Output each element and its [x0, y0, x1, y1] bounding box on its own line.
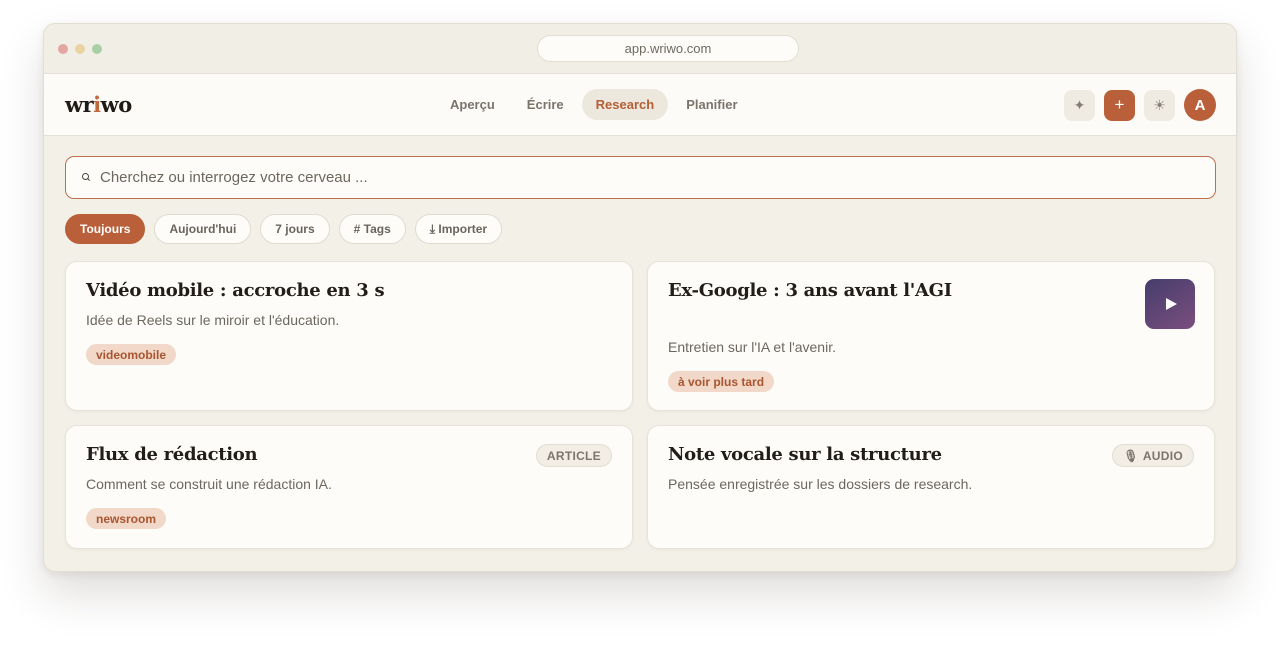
article-card[interactable]: Flux de rédaction ARTICLE Comment se con… — [65, 425, 633, 549]
avatar-initial: A — [1194, 96, 1206, 114]
filter-toujours[interactable]: Toujours — [65, 214, 146, 244]
card-description: Entretien sur l'IA et l'avenir. — [668, 339, 836, 355]
card-tag[interactable]: newsroom — [86, 508, 167, 529]
main-nav: Aperçu Écrire Research Planifier — [436, 89, 752, 120]
maximize-window-button[interactable] — [92, 44, 102, 54]
microphone-icon: 🎙 — [1123, 448, 1139, 463]
logo-accent: i — [93, 92, 101, 117]
address-bar[interactable]: app.wriwo.com — [537, 35, 799, 62]
ai-sparkle-button[interactable]: ✦ — [1064, 89, 1095, 121]
card-tag[interactable]: videomobile — [86, 344, 177, 365]
user-avatar[interactable]: A — [1184, 89, 1216, 121]
card-title: Vidéo mobile : accroche en 3 s — [86, 280, 385, 301]
tab-research[interactable]: Research — [581, 89, 669, 120]
video-card[interactable]: Ex-Google : 3 ans avant l'AGI Entretien … — [647, 261, 1215, 411]
url-text: app.wriwo.com — [624, 41, 712, 56]
filter-bar: Toujours Aujourd'hui 7 jours # Tags ⤓ Im… — [65, 214, 503, 244]
filter-tags[interactable]: # Tags — [338, 214, 406, 244]
plus-icon: + — [1114, 95, 1125, 114]
app-header: wriwo Aperçu Écrire Research Planifier ✦… — [44, 74, 1236, 136]
header-actions: ✦ + ☀ A — [1064, 89, 1216, 121]
app-window: app.wriwo.com wriwo Aperçu Écrire Resear… — [43, 23, 1237, 572]
play-icon — [1165, 298, 1177, 310]
logo-text-end: wo — [100, 92, 133, 117]
card-description: Idée de Reels sur le miroir et l'éducati… — [86, 312, 340, 328]
card-description: Pensée enregistrée sur les dossiers de r… — [668, 476, 973, 492]
audio-card[interactable]: Note vocale sur la structure 🎙 AUDIO Pen… — [647, 425, 1215, 549]
sparkle-icon: ✦ — [1073, 96, 1086, 113]
browser-titlebar: app.wriwo.com — [44, 24, 1236, 74]
card-description: Comment se construit une rédaction IA. — [86, 476, 332, 492]
audio-badge: 🎙 AUDIO — [1112, 444, 1194, 467]
close-window-button[interactable] — [58, 44, 68, 54]
sun-icon: ☀ — [1153, 96, 1166, 113]
tab-apercu[interactable]: Aperçu — [436, 89, 509, 120]
add-button[interactable]: + — [1104, 89, 1135, 121]
card-tag[interactable]: à voir plus tard — [668, 371, 775, 392]
logo-text-start: wr — [65, 92, 94, 117]
search-bar[interactable] — [65, 156, 1216, 199]
video-thumbnail[interactable] — [1145, 279, 1195, 329]
import-button[interactable]: ⤓ Importer — [414, 214, 503, 244]
tab-planifier[interactable]: Planifier — [672, 89, 751, 120]
note-card[interactable]: Vidéo mobile : accroche en 3 s Idée de R… — [65, 261, 633, 411]
logo[interactable]: wriwo — [65, 92, 132, 117]
badge-label: AUDIO — [1142, 448, 1183, 463]
window-controls — [58, 44, 102, 54]
badge-label: ARTICLE — [546, 448, 601, 463]
search-input[interactable] — [100, 169, 1180, 186]
filter-aujourdhui[interactable]: Aujourd'hui — [154, 214, 252, 244]
article-badge: ARTICLE — [535, 444, 612, 467]
tab-ecrire[interactable]: Écrire — [513, 89, 578, 120]
card-title: Flux de rédaction — [86, 444, 258, 465]
search-icon — [82, 172, 92, 183]
theme-toggle-button[interactable]: ☀ — [1144, 89, 1175, 121]
card-title: Note vocale sur la structure — [668, 444, 942, 465]
card-title: Ex-Google : 3 ans avant l'AGI — [668, 280, 952, 301]
filter-7-jours[interactable]: 7 jours — [260, 214, 330, 244]
minimize-window-button[interactable] — [75, 44, 85, 54]
